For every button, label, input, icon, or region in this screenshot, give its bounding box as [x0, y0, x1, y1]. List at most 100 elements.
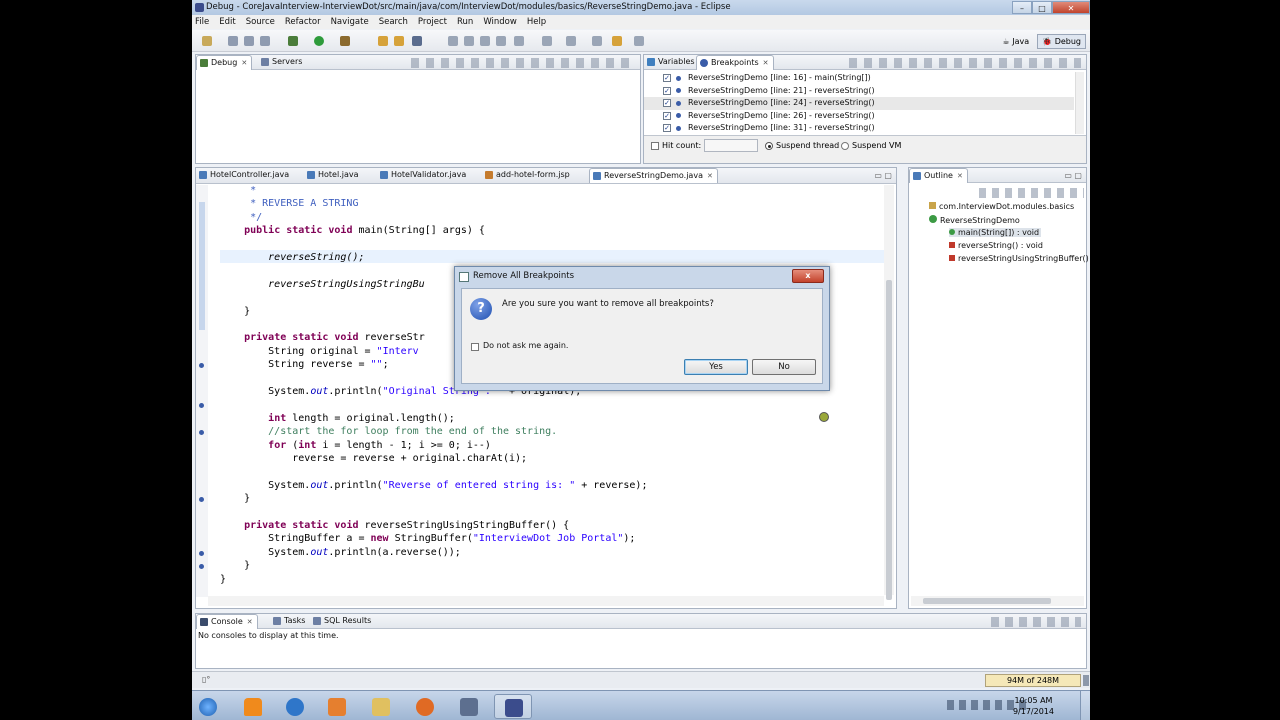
code-line: private static void reverseStr	[244, 332, 425, 344]
code-line: System.out.println("Reverse of entered s…	[220, 479, 648, 491]
outline-member[interactable]: reverseString() : void	[949, 241, 1043, 250]
console-toolbar[interactable]	[991, 617, 1081, 627]
save-icon[interactable]	[228, 36, 238, 46]
tab-debug[interactable]: Debug ✕	[196, 55, 253, 70]
last-edit-icon[interactable]	[592, 36, 602, 46]
block-select-icon[interactable]	[480, 36, 490, 46]
debug-icon[interactable]	[288, 36, 298, 46]
prev-annotation-icon[interactable]	[566, 36, 576, 46]
tab-outline[interactable]: Outline ✕	[909, 168, 968, 183]
clock[interactable]: 10:05 AM 9/17/2014	[1013, 695, 1054, 717]
taskbar-app-eclipse[interactable]	[494, 694, 532, 719]
new-icon[interactable]	[202, 36, 212, 46]
new-package-icon[interactable]	[378, 36, 388, 46]
show-whitespace-icon[interactable]	[464, 36, 474, 46]
tab-breakpoints[interactable]: Breakpoints ✕	[696, 55, 774, 70]
editor-vertical-scrollbar[interactable]	[884, 185, 894, 600]
external-tools-icon[interactable]	[340, 36, 350, 46]
editor-horizontal-scrollbar[interactable]	[208, 596, 884, 606]
tab-add-hotel-form[interactable]: add-hotel-form.jsp	[482, 168, 574, 183]
pin-icon[interactable]	[514, 36, 524, 46]
breakpoint-item[interactable]: ✓ ReverseStringDemo [line: 24] - reverseS…	[644, 97, 1074, 110]
garbage-collect-icon[interactable]	[1083, 675, 1089, 686]
outline-member[interactable]: main(String[]) : void	[949, 228, 1042, 237]
fast-view-icon[interactable]: ▯°	[202, 675, 210, 684]
suspend-thread-radio[interactable]	[765, 142, 773, 150]
start-button[interactable]	[194, 694, 224, 719]
save-all-icon[interactable]	[244, 36, 254, 46]
java-file-icon	[380, 171, 388, 179]
hit-count-label: Hit count:	[662, 141, 702, 150]
outline-tab-icon	[913, 172, 921, 180]
breakpoints-toolbar[interactable]	[849, 58, 1081, 68]
hit-count-checkbox[interactable]	[651, 142, 659, 150]
debug-marker-bar	[199, 202, 205, 330]
taskbar-app[interactable]	[318, 694, 356, 719]
back-icon[interactable]	[612, 36, 622, 46]
outline-package[interactable]: com.InterviewDot.modules.basics	[929, 202, 1074, 211]
class-icon	[929, 215, 937, 223]
taskbar-app[interactable]	[406, 694, 444, 719]
yes-button[interactable]: Yes	[684, 359, 748, 375]
taskbar-app[interactable]	[276, 694, 314, 719]
outline-horizontal-scrollbar[interactable]	[911, 596, 1084, 606]
tab-tasks[interactable]: Tasks	[270, 614, 309, 629]
tab-sql-results[interactable]: SQL Results	[310, 614, 375, 629]
menu-search[interactable]: Search	[379, 17, 408, 27]
run-icon[interactable]	[314, 36, 324, 46]
debug-toolbar[interactable]	[411, 58, 636, 68]
editor-ruler[interactable]	[196, 185, 208, 597]
breakpoint-item[interactable]: ✓ ReverseStringDemo [line: 31] - reverseS…	[644, 122, 1074, 134]
tab-hotelcontroller[interactable]: HotelController.java	[196, 168, 293, 183]
outline-member[interactable]: reverseStringUsingStringBuffer()	[949, 254, 1089, 263]
menu-source[interactable]: Source	[246, 17, 275, 27]
heap-status[interactable]: 94M of 248M	[985, 674, 1081, 687]
toggle-mark-icon[interactable]	[448, 36, 458, 46]
new-class-icon[interactable]	[394, 36, 404, 46]
maximize-button[interactable]: □	[1032, 1, 1052, 14]
menu-edit[interactable]: Edit	[219, 17, 235, 27]
do-not-ask-checkbox[interactable]	[471, 343, 479, 351]
dialog-close-button[interactable]: x	[792, 269, 824, 283]
menu-help[interactable]: Help	[527, 17, 546, 27]
taskbar-app[interactable]	[450, 694, 488, 719]
open-type-icon[interactable]	[412, 36, 422, 46]
show-selected-icon[interactable]	[496, 36, 506, 46]
suspend-vm-radio[interactable]	[841, 142, 849, 150]
minimize-button[interactable]: –	[1012, 1, 1032, 14]
code-line: * REVERSE A STRING	[220, 198, 359, 210]
code-line: //start the for loop from the end of the…	[220, 426, 558, 438]
debug-perspective-button[interactable]: 🐞 Debug	[1037, 33, 1086, 49]
show-desktop-button[interactable]	[1080, 691, 1090, 720]
menu-project[interactable]: Project	[418, 17, 447, 27]
menu-navigate[interactable]: Navigate	[331, 17, 369, 27]
menu-window[interactable]: Window	[483, 17, 517, 27]
breakpoint-item[interactable]: ✓ ReverseStringDemo [line: 16] - main(Str…	[644, 72, 1074, 85]
breakpoint-item[interactable]: ✓ ReverseStringDemo [line: 21] - reverseS…	[644, 85, 1074, 98]
taskbar-app[interactable]	[362, 694, 400, 719]
tab-hotelvalidator[interactable]: HotelValidator.java	[377, 168, 470, 183]
next-annotation-icon[interactable]	[542, 36, 552, 46]
editor-minmax-icon[interactable]: ▭ ▢	[874, 171, 892, 180]
tab-console[interactable]: Console ✕	[196, 614, 258, 629]
taskbar-app[interactable]	[234, 694, 272, 719]
forward-icon[interactable]	[634, 36, 644, 46]
hit-count-input[interactable]	[704, 139, 758, 152]
print-icon[interactable]	[260, 36, 270, 46]
close-window-button[interactable]: ✕	[1052, 1, 1090, 14]
tab-variables[interactable]: Variables	[644, 55, 699, 70]
tab-reversestringdemo[interactable]: ReverseStringDemo.java ✕	[589, 168, 718, 183]
no-button[interactable]: No	[752, 359, 816, 375]
java-perspective-button[interactable]: ☕ Java	[998, 34, 1035, 49]
breakpoint-list-scrollbar[interactable]	[1075, 72, 1084, 134]
outline-toolbar[interactable]	[979, 188, 1084, 198]
tab-hotel[interactable]: Hotel.java	[304, 168, 363, 183]
outline-minmax-icon[interactable]: ▭ ▢	[1064, 171, 1082, 180]
outline-class[interactable]: ReverseStringDemo	[929, 215, 1020, 225]
breakpoints-tab-icon	[700, 59, 708, 67]
menu-file[interactable]: File	[195, 17, 209, 27]
breakpoint-item[interactable]: ✓ ReverseStringDemo [line: 26] - reverseS…	[644, 110, 1074, 123]
tab-servers[interactable]: Servers	[258, 55, 306, 70]
menu-refactor[interactable]: Refactor	[285, 17, 321, 27]
menu-run[interactable]: Run	[457, 17, 473, 27]
